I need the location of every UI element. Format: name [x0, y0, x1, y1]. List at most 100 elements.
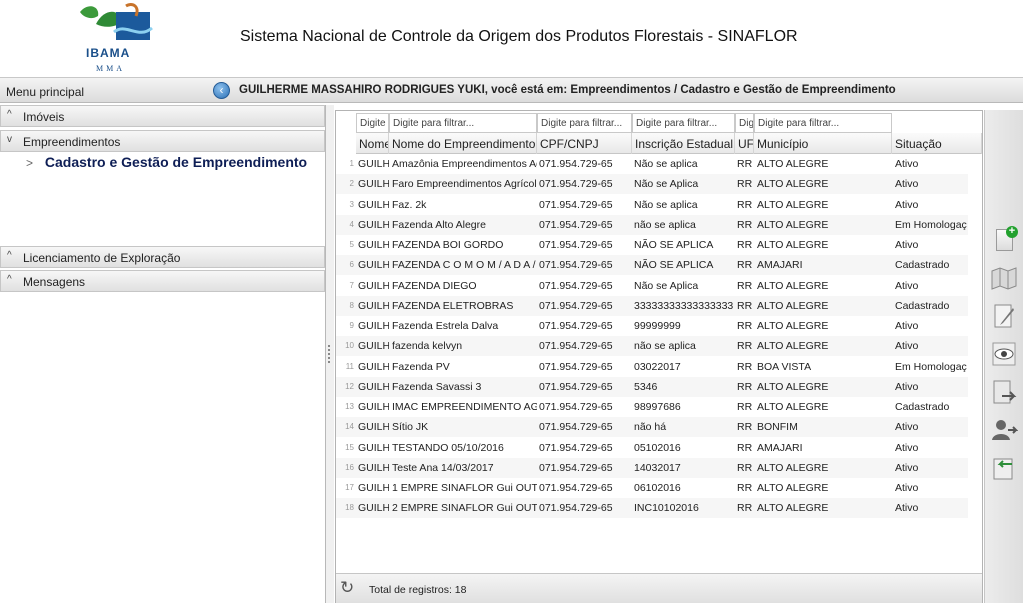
- cell-uf: RR: [737, 441, 753, 454]
- cell-empreendimento: IMAC EMPREENDIMENTO AGRÍCOLA: [392, 401, 537, 413]
- sidebar-item-cadastro-gestao[interactable]: > Cadastro e Gestão de Empreendimento: [26, 154, 307, 170]
- column-header-situacao[interactable]: Situação: [892, 133, 982, 154]
- table-row[interactable]: 2 GUILHERMEFaro Empreendimentos Agrícolas…: [336, 174, 968, 195]
- table-row[interactable]: 18 GUILHERME2 EMPRE SINAFLOR Gui OUT071.9…: [336, 498, 968, 519]
- cell-municipio: ALTO ALEGRE: [757, 299, 829, 312]
- cell-uf: RR: [737, 320, 753, 332]
- cell-situacao: Ativo: [895, 482, 919, 494]
- cell-situacao: Ativo: [895, 441, 919, 454]
- cell-situacao: Cadastrado: [895, 401, 950, 413]
- user-share-icon[interactable]: [990, 416, 1019, 444]
- cell-empreendimento: FAZENDA ELETROBRAS: [392, 299, 514, 312]
- cell-empreendimento: Faro Empreendimentos Agrícolas: [392, 178, 537, 191]
- table-row[interactable]: 1 GUILHERMEAmazônia Empreendimentos Agríc…: [336, 154, 968, 174]
- cell-cpf: 071.954.729-65: [539, 320, 613, 332]
- export-glyph: [993, 380, 1017, 404]
- splitter-handle[interactable]: [328, 345, 331, 363]
- cell-nome: GUILHERME: [358, 279, 389, 292]
- action-toolbar: +: [984, 110, 1023, 603]
- row-number: 2: [349, 179, 354, 189]
- table-row[interactable]: 6 GUILHERMEFAZENDA C O M O M / A D A / D0…: [336, 255, 968, 276]
- table-row[interactable]: 16 GUILHERMETeste Ana 14/03/2017 071.954.7…: [336, 457, 968, 478]
- cell-empreendimento: Fazenda PV: [392, 360, 450, 373]
- cell-nome: GUILHERME: [358, 299, 389, 312]
- system-title: Sistema Nacional de Controle da Origem d…: [240, 28, 798, 45]
- column-header-uf[interactable]: UF: [735, 133, 754, 154]
- cell-nome: GUILHERME: [358, 502, 389, 515]
- cell-situacao: Ativo: [895, 279, 919, 292]
- filter-input-inscricao[interactable]: Digite para filtrar...: [632, 113, 735, 133]
- map-glyph: [991, 267, 1017, 290]
- logo-sub-text: MMA: [96, 64, 126, 73]
- filter-input-nome[interactable]: Digite: [356, 113, 389, 133]
- cell-inscricao: 99999999: [634, 320, 681, 332]
- table-row[interactable]: 14 GUILHERMESítio JK 071.954.729-65 não há R…: [336, 417, 968, 438]
- return-glyph: [993, 458, 1013, 480]
- sidebar-section-mensagens[interactable]: ^ Mensagens: [0, 270, 325, 292]
- user-glyph: [992, 420, 1019, 440]
- filter-input-empreendimento[interactable]: Digite para filtrar...: [389, 113, 537, 133]
- panel-splitter[interactable]: [326, 105, 334, 603]
- cell-empreendimento: FAZENDA DIEGO: [392, 279, 477, 292]
- column-header-inscricao[interactable]: Inscrição Estadual: [632, 133, 735, 154]
- empreendimentos-grid: Digite Digite para filtrar... Digite par…: [335, 110, 998, 603]
- cell-inscricao: 03022017: [634, 360, 681, 373]
- cell-uf: RR: [737, 461, 753, 474]
- column-header-municipio[interactable]: Município: [754, 133, 892, 154]
- filter-input-uf[interactable]: Dig: [735, 113, 754, 133]
- add-document-icon[interactable]: +: [990, 226, 1018, 254]
- cell-situacao: Em Homologação: [895, 360, 967, 373]
- cell-situacao: Ativo: [895, 178, 919, 191]
- column-header-nome[interactable]: Nome: [356, 133, 389, 154]
- cell-cpf: 071.954.729-65: [539, 340, 613, 353]
- cell-cpf: 071.954.729-65: [539, 482, 613, 494]
- cell-nome: GUILHERME: [358, 482, 389, 494]
- cell-nome: GUILHERME: [358, 218, 389, 231]
- cell-municipio: ALTO ALEGRE: [757, 178, 829, 191]
- back-arrow-icon[interactable]: ‹: [213, 82, 230, 99]
- cell-cpf: 071.954.729-65: [539, 259, 613, 272]
- export-icon[interactable]: [990, 378, 1018, 406]
- cell-inscricao: não há: [634, 421, 667, 434]
- cell-municipio: ALTO ALEGRE: [757, 158, 829, 170]
- cell-municipio: ALTO ALEGRE: [757, 218, 829, 231]
- row-number: 4: [349, 219, 354, 229]
- cell-uf: RR: [737, 239, 753, 251]
- row-number: 13: [345, 402, 354, 411]
- cell-cpf: 071.954.729-65: [539, 198, 613, 211]
- column-header-empreendimento[interactable]: Nome do Empreendimento: [389, 133, 537, 154]
- filter-input-cpf[interactable]: Digite para filtrar...: [537, 113, 632, 133]
- edit-icon[interactable]: [990, 302, 1018, 330]
- table-row[interactable]: 10 GUILHERMEfazenda kelvyn 071.954.729-65 n…: [336, 336, 968, 357]
- table-row[interactable]: 8 GUILHERMEFAZENDA ELETROBRAS 071.954.729-…: [336, 295, 968, 316]
- table-row[interactable]: 13 GUILHERMEIMAC EMPREENDIMENTO AGRÍCOLA0…: [336, 397, 968, 417]
- sidebar-section-imoveis[interactable]: ^ Imóveis: [0, 105, 325, 127]
- cell-uf: RR: [737, 259, 753, 272]
- table-row[interactable]: 15 GUILHERMETESTANDO 05/10/2016 071.954.72…: [336, 437, 968, 458]
- row-number: 12: [345, 381, 354, 391]
- sidebar-section-licenciamento[interactable]: ^ Licenciamento de Exploração: [0, 246, 325, 268]
- cell-empreendimento: Fazenda Alto Alegre: [392, 218, 486, 231]
- table-row[interactable]: 5 GUILHERMEFAZENDA BOI GORDO 071.954.729-6…: [336, 235, 968, 255]
- sidebar-section-empreendimentos[interactable]: v Empreendimentos: [0, 130, 325, 152]
- top-bar: Menu principal ‹ GUILHERME MASSAHIRO ROD…: [0, 77, 1023, 103]
- table-row[interactable]: 12 GUILHERMEFazenda Savassi 3 071.954.729-…: [336, 376, 968, 397]
- row-number: 17: [345, 483, 354, 492]
- refresh-icon[interactable]: ↻: [340, 579, 358, 597]
- table-row[interactable]: 9 GUILHERMEFazenda Estrela Dalva 071.954.7…: [336, 316, 968, 336]
- map-icon[interactable]: [990, 264, 1018, 292]
- app-header: IBAMA MMA Sistema Nacional de Controle d…: [0, 0, 1023, 77]
- view-icon[interactable]: [990, 340, 1018, 368]
- cell-cpf: 071.954.729-65: [539, 441, 613, 454]
- ibama-logo: IBAMA MMA: [74, 2, 158, 76]
- table-row[interactable]: 17 GUILHERME1 EMPRE SINAFLOR Gui OUT 1607…: [336, 478, 968, 498]
- column-header-cpf[interactable]: CPF/CNPJ: [537, 133, 632, 154]
- row-number: 3: [349, 199, 354, 209]
- filter-input-municipio[interactable]: Digite para filtrar...: [754, 113, 892, 133]
- table-row[interactable]: 7 GUILHERMEFAZENDA DIEGO 071.954.729-65 Não…: [336, 275, 968, 296]
- table-row[interactable]: 3 GUILHERMEFaz. 2k 071.954.729-65 Não se ap…: [336, 194, 968, 215]
- return-icon[interactable]: [990, 454, 1018, 482]
- cell-uf: RR: [737, 299, 753, 312]
- table-row[interactable]: 11 GUILHERMEFazenda PV 071.954.729-65 03022…: [336, 356, 968, 377]
- table-row[interactable]: 4 GUILHERMEFazenda Alto Alegre 071.954.729…: [336, 214, 968, 235]
